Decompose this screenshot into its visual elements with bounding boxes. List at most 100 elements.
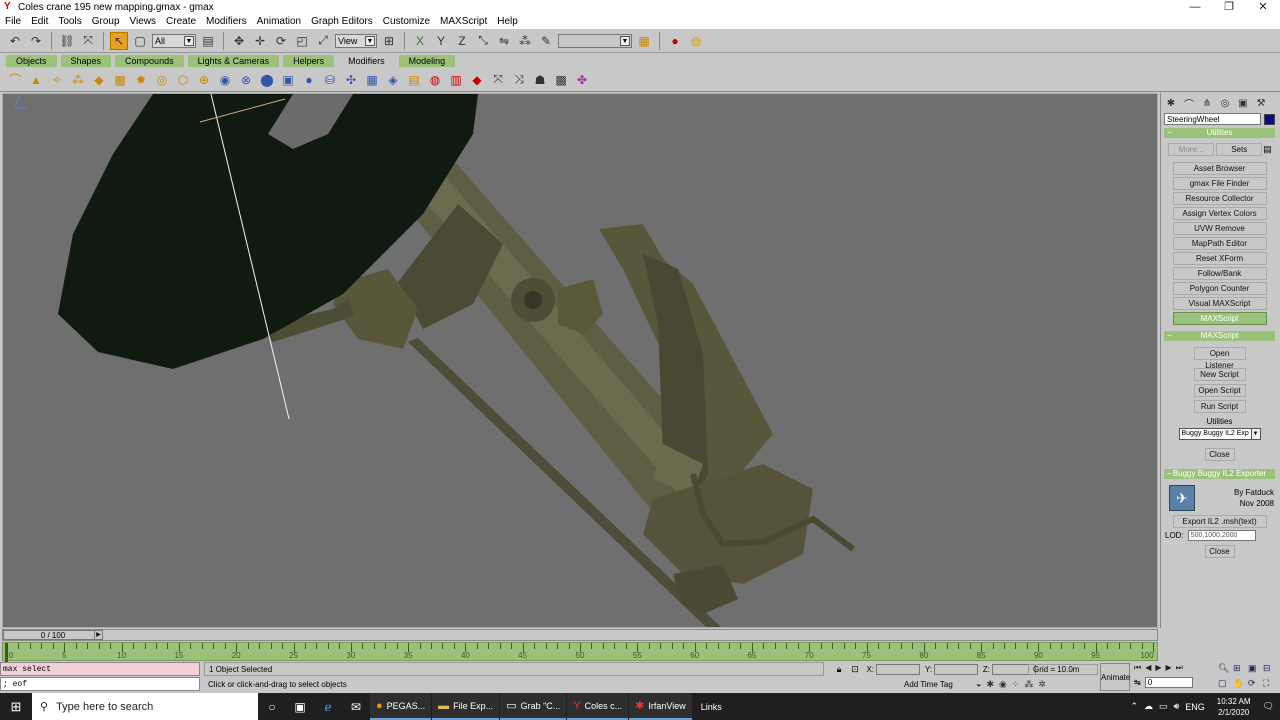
tab-objects[interactable]: Objects (6, 55, 57, 67)
noise-icon[interactable]: ⁂ (69, 71, 87, 89)
follow-bank-button[interactable]: Follow/Bank (1172, 267, 1267, 280)
geosphere-icon[interactable]: ◍ (426, 71, 444, 89)
reset-xform-button[interactable]: Reset XForm (1172, 252, 1267, 265)
percent-snap-icon[interactable]: ◉ (999, 679, 1007, 690)
region-select-icon[interactable]: ▢ (131, 32, 149, 50)
export-il2-button[interactable]: Export IL2 .msh(text) (1172, 515, 1267, 528)
network-icon[interactable]: ▭ (1159, 701, 1168, 712)
sets-button[interactable]: Sets (1216, 143, 1263, 156)
menu-modifiers[interactable]: Modifiers (201, 14, 252, 29)
menu-tools[interactable]: Tools (53, 14, 86, 29)
add-time-tag-button[interactable]: Add Time Tag (904, 680, 953, 689)
tab-lights-cameras[interactable]: Lights & Cameras (187, 55, 280, 67)
y-coord-field[interactable] (934, 664, 978, 675)
move-icon[interactable]: ✛ (251, 32, 269, 50)
rotate-icon[interactable]: ⟳ (272, 32, 290, 50)
taskbar-app-gmax[interactable]: Y Coles c... (567, 693, 629, 720)
assign-vertex-colors-button[interactable]: Assign Vertex Colors (1172, 207, 1267, 220)
constrain-y-icon[interactable]: Y (432, 32, 450, 50)
normal-icon[interactable]: ☗ (531, 71, 549, 89)
menu-help[interactable]: Help (492, 14, 523, 29)
notifications-icon[interactable]: 🗨︎ (1263, 701, 1274, 712)
tab-helpers[interactable]: Helpers (283, 55, 335, 67)
menu-graph-editors[interactable]: Graph Editors (306, 14, 378, 29)
go-to-start-icon[interactable]: ⏮ (1134, 663, 1141, 673)
configure-sets-icon[interactable]: ▤ (1263, 144, 1272, 155)
taskbar-app-firefox[interactable]: ● PEGAS... (370, 693, 432, 720)
new-script-button[interactable]: New Script (1193, 368, 1246, 381)
lock-selection-icon[interactable]: 🔒︎ (832, 664, 846, 675)
task-view-icon[interactable]: ○ (258, 693, 286, 720)
minimize-button[interactable]: — (1178, 0, 1212, 14)
box-icon[interactable]: ▤ (405, 71, 423, 89)
checker-icon[interactable]: ▩ (552, 71, 570, 89)
gmax-file-finder-button[interactable]: gmax File Finder (1172, 177, 1267, 190)
angle-snap-icon[interactable]: ✱ (986, 679, 994, 690)
x-coord-field[interactable] (876, 664, 920, 675)
go-to-end-icon[interactable]: ⏭ (1176, 663, 1183, 673)
lod-input[interactable]: 500,1000,2000 (1187, 530, 1256, 541)
next-frame-icon[interactable]: ▶ (1166, 663, 1172, 673)
mirror-icon[interactable]: ⇋ (495, 32, 513, 50)
spinner-snap-icon[interactable]: ⁘ (1012, 679, 1020, 690)
edit-mesh-icon[interactable]: ◈ (384, 71, 402, 89)
cylinder-icon[interactable]: ⛁ (321, 71, 339, 89)
asset-browser-button[interactable]: Asset Browser (1172, 162, 1267, 175)
close-utility-button[interactable]: Close (1204, 448, 1235, 461)
taskbar-search[interactable]: ⚲ Type here to search (32, 693, 258, 720)
maxscript-utility-button[interactable]: MAXScript (1172, 312, 1267, 325)
bend-icon[interactable]: ⌒ (6, 71, 24, 89)
track-bar[interactable]: 0 5 10 15 20 25 30 35 40 45 50 55 60 65 70 75 80 85 90 95 10… (2, 642, 1158, 662)
animate-button[interactable]: Animate (1100, 663, 1130, 691)
store-icon[interactable]: ▣ (286, 693, 314, 720)
taskbar-links[interactable]: Links (693, 702, 730, 712)
menu-views[interactable]: Views (125, 14, 162, 29)
taper-icon[interactable]: ▲ (27, 71, 45, 89)
taskbar-clock[interactable]: 10:32 AM 2/1/2020 (1211, 696, 1257, 718)
zoom-extents-icon[interactable]: ▣ (1248, 663, 1261, 676)
menu-group[interactable]: Group (87, 14, 125, 29)
mesh-smooth-icon[interactable]: ▦ (363, 71, 381, 89)
utilities-dropdown[interactable]: Buggy Buggy IL2 Exp ▼ (1178, 428, 1261, 440)
region-zoom-icon[interactable]: ▢ (1218, 678, 1231, 691)
redo-icon[interactable]: ↷ (27, 32, 45, 50)
utilities-rollout-header[interactable]: − Utilities (1164, 128, 1275, 138)
squash-icon[interactable]: ⤢ (314, 32, 332, 50)
play-icon[interactable]: ▶ (1155, 663, 1161, 673)
select-by-name-icon[interactable]: ▤ (199, 32, 217, 50)
mappath-editor-button[interactable]: MapPath Editor (1172, 237, 1267, 250)
snap-icon[interactable]: ✎ (537, 32, 555, 50)
symmetry-icon[interactable]: ⤨ (510, 71, 528, 89)
pivot-center-icon[interactable]: ⊞ (380, 32, 398, 50)
tab-compounds[interactable]: Compounds (115, 55, 184, 67)
diamond-icon[interactable]: ◆ (468, 71, 486, 89)
motion-tab-icon[interactable]: ◎ (1217, 96, 1233, 110)
render-teapot-icon[interactable]: ● (666, 32, 684, 50)
wave-icon[interactable]: ◎ (153, 71, 171, 89)
link-icon[interactable]: ⛓ (58, 32, 76, 50)
array-icon[interactable]: ⁂ (516, 32, 534, 50)
tab-modeling[interactable]: Modeling (398, 55, 456, 67)
previous-frame-icon[interactable]: ◀ (1145, 663, 1151, 673)
exporter-rollout-header[interactable]: − Buggy Buggy IL2 Exporter (1164, 469, 1275, 479)
twist-icon[interactable]: ✧ (48, 71, 66, 89)
utilities-tab-icon[interactable]: ⚒ (1253, 96, 1269, 110)
degradation-icon[interactable]: ✲ (1038, 679, 1046, 690)
unwrap-icon[interactable]: ⊗ (237, 71, 255, 89)
time-slider-thumb[interactable]: 0 / 100 ▶ (3, 630, 103, 640)
maximize-viewport-icon[interactable]: ⛶ (1263, 678, 1276, 691)
optimize-icon[interactable]: ⤧ (489, 71, 507, 89)
render-scene-icon[interactable]: ◍ (687, 32, 705, 50)
tab-shapes[interactable]: Shapes (60, 55, 112, 67)
grid-icon[interactable]: ▥ (447, 71, 465, 89)
select-move-icon[interactable]: ✥ (230, 32, 248, 50)
pan-icon[interactable]: ✋ (1233, 678, 1246, 691)
open-listener-button[interactable]: Open Listener (1193, 347, 1246, 370)
constrain-x-icon[interactable]: X (411, 32, 429, 50)
hierarchy-tab-icon[interactable]: ⋔ (1199, 96, 1215, 110)
time-slider[interactable]: 0 / 100 ▶ (2, 629, 1158, 641)
create-tab-icon[interactable]: ✱ (1163, 96, 1179, 110)
scale-icon[interactable]: ◰ (293, 32, 311, 50)
mesh-select-icon[interactable]: ▣ (279, 71, 297, 89)
edge-icon[interactable]: ℯ (314, 693, 342, 720)
